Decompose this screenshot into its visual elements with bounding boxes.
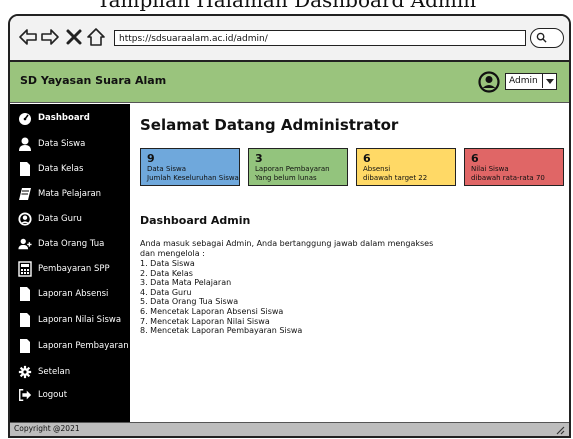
user-circle-icon (18, 212, 32, 226)
sidebar-item-label: Logout (38, 390, 68, 400)
book-icon (19, 188, 31, 200)
search-icon (536, 32, 547, 43)
document-icon (20, 287, 30, 301)
url-field[interactable]: https://sdsuaraalam.ac.id/admin/ (114, 30, 526, 46)
sidebar-item-label: Laporan Nilai Siswa (38, 315, 122, 325)
stat-card-subtitle: dibawah rata-rata 70 (471, 174, 545, 182)
stat-card-value: 3 (255, 152, 263, 165)
close-icon[interactable] (64, 27, 84, 47)
stat-card-value: 6 (363, 152, 371, 165)
sidebar-item-laporan-nilai-siswa[interactable]: Laporan Nilai Siswa (10, 310, 130, 332)
list-item: 1. Data Siswa (140, 259, 195, 268)
list-item: 7. Mencetak Laporan Nilai Siswa (140, 316, 270, 326)
stat-card-title: Nilai Siswa (471, 165, 509, 173)
stat-card-data-siswa[interactable]: 9 Data Siswa Jumlah Keseluruhan Siswa (140, 148, 240, 186)
sidebar-item-data-orang-tua[interactable]: Data Orang Tua (10, 234, 130, 256)
document-icon (20, 313, 30, 327)
list-item: 4. Data Guru (140, 287, 192, 297)
gear-icon (18, 365, 32, 379)
sidebar-item-label: Setelan (38, 367, 71, 377)
browser-window: https://sdsuaraalam.ac.id/admin/ SD Yaya… (8, 14, 571, 438)
school-name: SD Yayasan Suara Alam (20, 74, 167, 87)
sidebar-item-logout[interactable]: Logout (10, 385, 130, 407)
forward-arrow-icon[interactable] (40, 27, 60, 47)
document-icon (20, 162, 30, 176)
user-dropdown[interactable]: Admin (505, 73, 557, 90)
app-header: SD Yayasan Suara Alam Admin (10, 62, 569, 103)
sidebar-item-label: Laporan Absensi (38, 289, 109, 299)
stat-card-title: Absensi (363, 165, 391, 173)
stat-card-title: Data Siswa (147, 165, 186, 173)
resize-grip-icon[interactable] (553, 424, 565, 435)
user-dropdown-value: Admin (509, 76, 538, 86)
avatar-icon[interactable] (478, 71, 500, 93)
list-item: 2. Data Kelas (140, 268, 193, 278)
main-content: Selamat Datang Administrator 9 Data Sisw… (130, 104, 569, 422)
back-arrow-icon[interactable] (18, 27, 38, 47)
sidebar-item-dashboard[interactable]: Dashboard (10, 108, 130, 130)
add-user-icon (18, 238, 32, 250)
stat-card-nilai-siswa[interactable]: 6 Nilai Siswa dibawah rata-rata 70 (464, 148, 564, 186)
sidebar-item-label: Dashboard (38, 113, 90, 123)
sidebar: Dashboard Data Siswa Data Kelas Mata Pel… (10, 104, 130, 422)
stat-card-subtitle: Yang belum lunas (255, 174, 317, 182)
sidebar-item-mata-pelajaran[interactable]: Mata Pelajaran (10, 184, 130, 206)
sidebar-item-label: Data Siswa (38, 139, 86, 149)
logout-icon (19, 389, 32, 401)
dashboard-icon (19, 113, 31, 125)
section-title: Dashboard Admin (140, 214, 251, 227)
sidebar-item-data-guru[interactable]: Data Guru (10, 209, 130, 231)
list-item: 8. Mencetak Laporan Pembayaran Siswa (140, 326, 303, 336)
stat-card-value: 9 (147, 152, 155, 165)
footer: Copyright @2021 (10, 422, 569, 436)
sidebar-item-label: Data Kelas (38, 164, 84, 174)
sidebar-item-label: Data Guru (38, 214, 82, 224)
stat-card-subtitle: Jumlah Keseluruhan Siswa (147, 174, 239, 182)
sidebar-item-laporan-pembayaran[interactable]: Laporan Pembayaran (10, 336, 130, 358)
list-item: 6. Mencetak Laporan Absensi Siswa (140, 306, 284, 316)
document-icon (20, 339, 30, 353)
chevron-down-icon (542, 74, 556, 88)
stat-card-value: 6 (471, 152, 479, 165)
stat-card-absensi[interactable]: 6 Absensi dibawah target 22 (356, 148, 456, 186)
intro-text: Anda masuk sebagai Admin, Anda bertanggu… (140, 239, 434, 258)
stat-card-laporan-pembayaran[interactable]: 3 Laporan Pembayaran Yang belum lunas (248, 148, 348, 186)
browser-toolbar: https://sdsuaraalam.ac.id/admin/ (10, 16, 569, 62)
list-item: 3. Data Mata Pelajaran (140, 278, 232, 288)
sidebar-item-label: Pembayaran SPP (38, 264, 110, 274)
browser-search-button[interactable] (530, 28, 564, 48)
home-icon[interactable] (86, 27, 106, 47)
stat-card-title: Laporan Pembayaran (255, 165, 330, 173)
sidebar-item-laporan-absensi[interactable]: Laporan Absensi (10, 284, 130, 306)
sidebar-item-data-kelas[interactable]: Data Kelas (10, 159, 130, 181)
sidebar-item-data-siswa[interactable]: Data Siswa (10, 134, 130, 156)
responsibility-list: 1. Data Siswa 2. Data Kelas 3. Data Mata… (140, 259, 302, 336)
calculator-icon (18, 261, 32, 277)
sidebar-item-setelan[interactable]: Setelan (10, 362, 130, 384)
list-item: 5. Data Orang Tua Siswa (140, 297, 239, 307)
sidebar-item-pembayaran-spp[interactable]: Pembayaran SPP (10, 259, 130, 281)
user-icon (19, 137, 31, 151)
copyright-text: Copyright @2021 (14, 424, 80, 433)
sidebar-item-label: Mata Pelajaran (38, 189, 102, 199)
sidebar-item-label: Laporan Pembayaran (38, 341, 129, 351)
sidebar-item-label: Data Orang Tua (38, 239, 105, 249)
stat-card-subtitle: dibawah target 22 (363, 174, 428, 182)
page-title: Selamat Datang Administrator (140, 116, 399, 134)
page-caption: Tampilan Halaman Dashboard Admin (96, 0, 477, 12)
